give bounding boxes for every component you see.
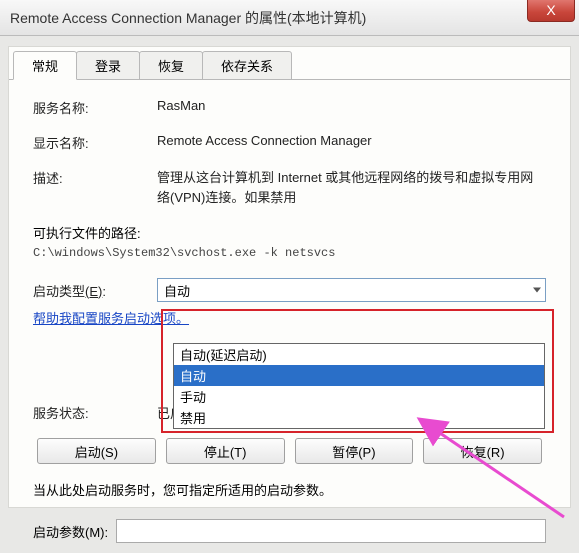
dialog-body: 常规 登录 恢复 依存关系 服务名称: RasMan 显示名称: Remote … bbox=[8, 46, 571, 508]
tab-recovery[interactable]: 恢复 bbox=[139, 51, 203, 80]
display-name-label: 显示名称: bbox=[33, 133, 157, 152]
tab-strip: 常规 登录 恢复 依存关系 bbox=[9, 51, 570, 80]
startup-type-selected: 自动 bbox=[164, 281, 190, 300]
stop-button[interactable]: 停止(T) bbox=[166, 438, 285, 464]
description-label: 描述: bbox=[33, 168, 157, 207]
window-title: Remote Access Connection Manager 的属性(本地计… bbox=[10, 8, 366, 28]
title-bar: Remote Access Connection Manager 的属性(本地计… bbox=[0, 0, 579, 36]
startup-type-label: 启动类型(E): bbox=[33, 281, 157, 300]
params-input[interactable] bbox=[116, 519, 546, 543]
tab-logon[interactable]: 登录 bbox=[76, 51, 140, 80]
params-label: 启动参数(M): bbox=[33, 522, 108, 541]
service-name-label: 服务名称: bbox=[33, 98, 157, 117]
general-panel: 服务名称: RasMan 显示名称: Remote Access Connect… bbox=[9, 80, 570, 553]
exec-path-value: C:\windows\System32\svchost.exe -k netsv… bbox=[33, 246, 546, 260]
pause-button[interactable]: 暂停(P) bbox=[295, 438, 414, 464]
display-name-value: Remote Access Connection Manager bbox=[157, 133, 546, 152]
description-value: 管理从这台计算机到 Internet 或其他远程网络的拨号和虚拟专用网络(VPN… bbox=[157, 168, 546, 207]
close-button[interactable]: X bbox=[527, 0, 575, 22]
dropdown-option-delayed[interactable]: 自动(延迟启动) bbox=[174, 344, 544, 365]
help-link[interactable]: 帮助我配置服务启动选项。 bbox=[33, 308, 189, 327]
service-name-value: RasMan bbox=[157, 98, 546, 117]
resume-button[interactable]: 恢复(R) bbox=[423, 438, 542, 464]
dropdown-option-manual[interactable]: 手动 bbox=[174, 386, 544, 407]
chevron-down-icon bbox=[533, 288, 541, 293]
dropdown-option-disabled[interactable]: 禁用 bbox=[174, 407, 544, 428]
tab-dependencies[interactable]: 依存关系 bbox=[202, 51, 292, 80]
startup-type-dropdown[interactable]: 自动(延迟启动) 自动 手动 禁用 bbox=[173, 343, 545, 429]
dropdown-option-auto[interactable]: 自动 bbox=[174, 365, 544, 386]
service-status-label: 服务状态: bbox=[33, 403, 157, 422]
exec-path-label: 可执行文件的路径: bbox=[33, 223, 546, 242]
startup-type-select[interactable]: 自动 bbox=[157, 278, 546, 302]
start-button[interactable]: 启动(S) bbox=[37, 438, 156, 464]
tab-general[interactable]: 常规 bbox=[13, 51, 77, 80]
startup-hint: 当从此处启动服务时，您可指定所适用的启动参数。 bbox=[33, 480, 546, 499]
